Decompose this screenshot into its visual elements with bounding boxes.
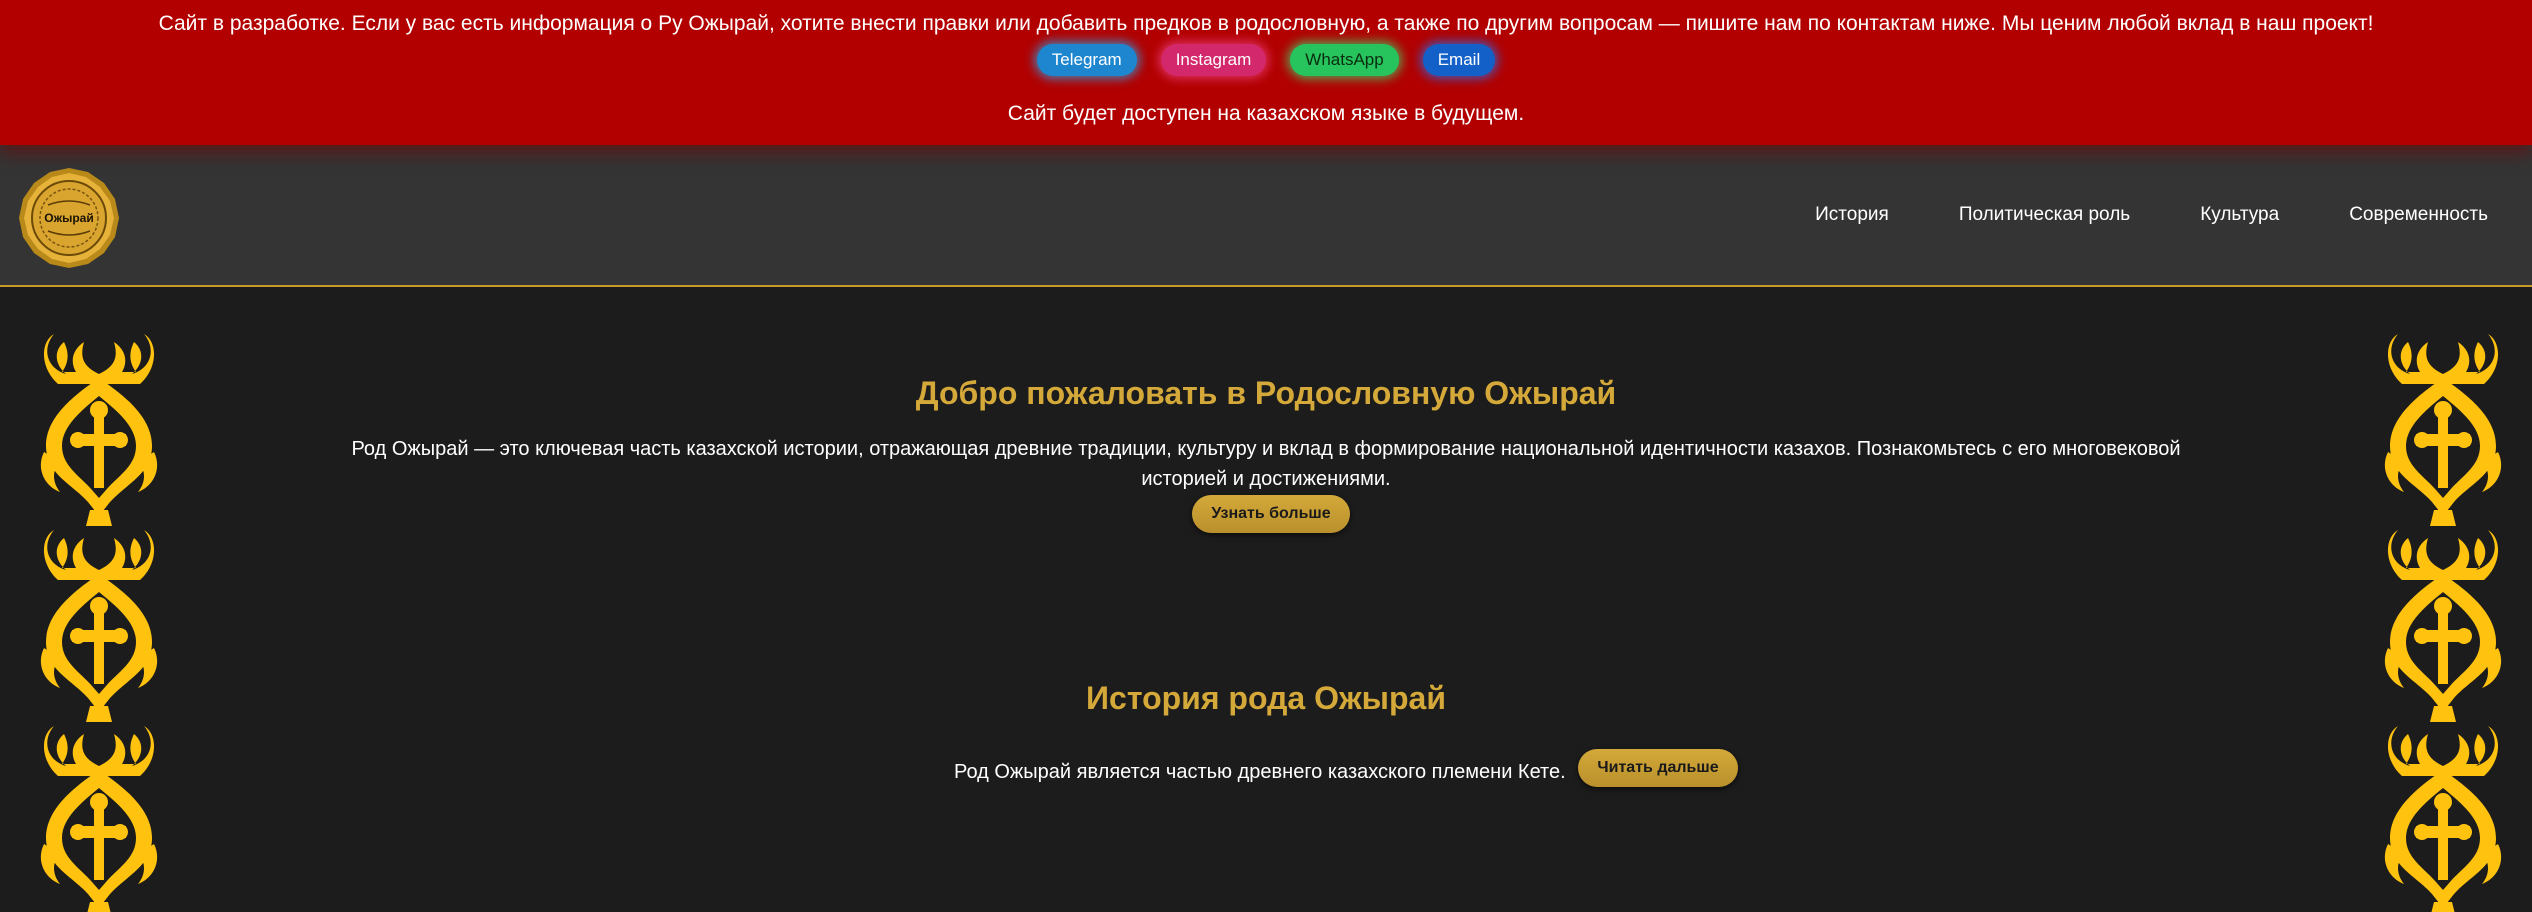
- history-text: Род Ожырай является частью древнего каза…: [954, 761, 1566, 783]
- logo[interactable]: Ожырай: [18, 167, 120, 269]
- history-title: История рода Ожырай: [1086, 680, 1446, 716]
- nav-item-modern[interactable]: Современность: [2349, 204, 2488, 226]
- learn-more-button[interactable]: Узнать больше: [1192, 495, 1350, 533]
- read-more-button[interactable]: Читать дальше: [1578, 749, 1738, 787]
- hero-title: Добро пожаловать в Родословную Ожырай: [915, 375, 1617, 411]
- announcement-banner: Сайт в разработке. Если у вас есть инфор…: [0, 0, 2532, 145]
- main-nav: История Политическая роль Культура Совре…: [1815, 145, 2488, 285]
- instagram-link[interactable]: Instagram: [1160, 44, 1267, 76]
- logo-text: Ожырай: [44, 211, 93, 225]
- logo-emblem-icon: Ожырай: [19, 168, 119, 268]
- banner-message: Сайт в разработке. Если у вас есть инфор…: [158, 12, 2374, 35]
- email-link[interactable]: Email: [1422, 44, 1496, 76]
- nav-item-history[interactable]: История: [1815, 204, 1889, 226]
- nav-item-culture[interactable]: Культура: [2200, 204, 2279, 226]
- nav-item-politics[interactable]: Политическая роль: [1959, 204, 2130, 226]
- language-note: Сайт будет доступен на казахском языке в…: [1007, 102, 1525, 125]
- whatsapp-link[interactable]: WhatsApp: [1290, 44, 1399, 76]
- main-content: Добро пожаловать в Родословную Ожырай Ро…: [0, 287, 2532, 912]
- site-header: Ожырай История Политическая роль Культур…: [0, 145, 2532, 287]
- telegram-link[interactable]: Telegram: [1036, 44, 1137, 76]
- contact-links: Telegram Instagram WhatsApp Email: [0, 44, 2532, 76]
- hero-text: Род Ожырай — это ключевая часть казахско…: [351, 438, 2181, 490]
